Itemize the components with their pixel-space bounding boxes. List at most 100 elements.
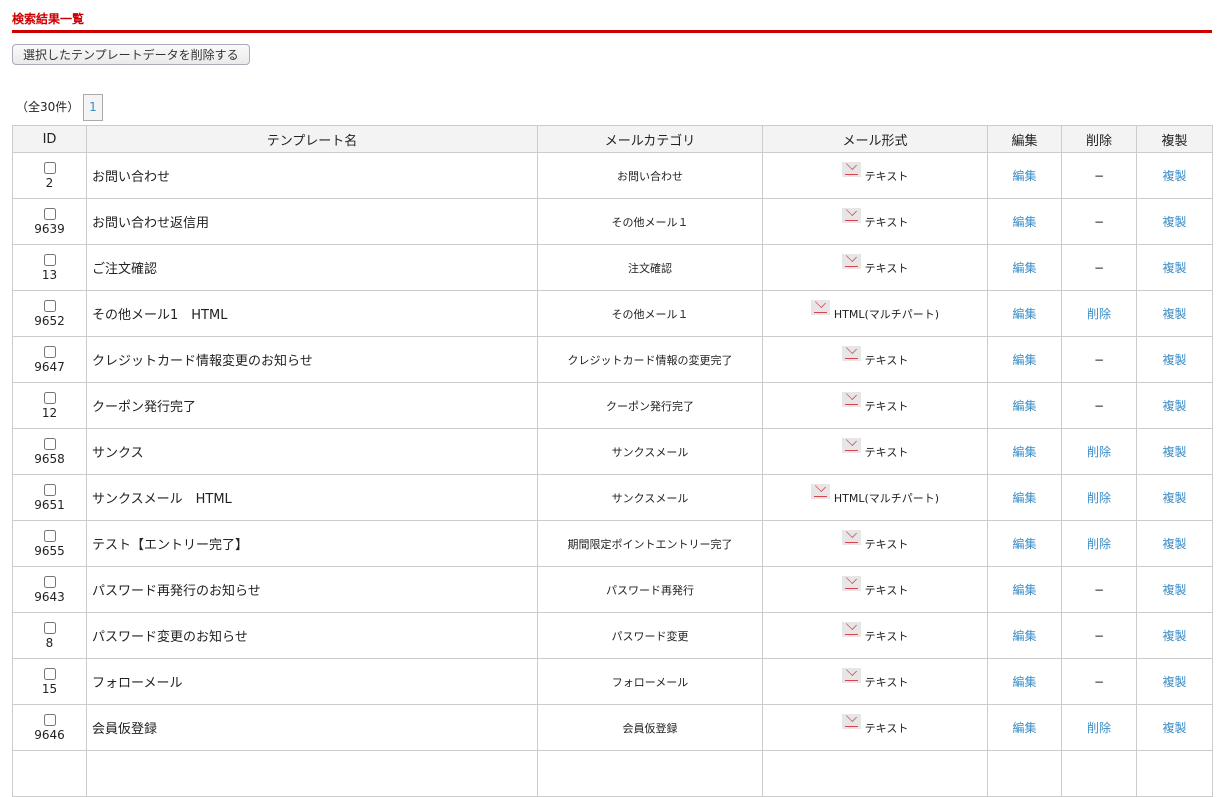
table-header: ID テンプレート名 メールカテゴリ メール形式 編集 削除 複製 — [12, 125, 1213, 153]
format-cell: HTML(マルチパート) — [762, 474, 988, 521]
mail-icon — [841, 667, 861, 683]
edit-link[interactable]: 編集 — [1012, 307, 1036, 321]
copy-link[interactable]: 複製 — [1162, 169, 1186, 183]
mail-category: フォローメール — [537, 658, 763, 705]
row-checkbox[interactable] — [43, 300, 56, 312]
copy-link[interactable]: 複製 — [1162, 629, 1186, 643]
mail-category: お問い合わせ — [537, 152, 763, 199]
edit-link[interactable]: 編集 — [1012, 261, 1036, 275]
mail-icon — [841, 253, 861, 269]
mail-category: クーポン発行完了 — [537, 382, 763, 429]
template-name: お問い合わせ — [86, 152, 538, 199]
table-row: 9652 その他メール1 HTML その他メール１ HTML(マルチパート) 編… — [12, 290, 1213, 337]
copy-link[interactable]: 複製 — [1162, 353, 1186, 367]
row-checkbox[interactable] — [43, 484, 56, 496]
row-checkbox[interactable] — [43, 254, 56, 266]
copy-link[interactable]: 複製 — [1162, 215, 1186, 229]
format-cell: テキスト — [762, 244, 988, 291]
mail-format: テキスト — [864, 169, 909, 183]
delete-link[interactable]: 削除 — [1087, 721, 1111, 735]
template-name: 会員仮登録 — [86, 704, 538, 751]
copy-link[interactable]: 複製 — [1162, 399, 1186, 413]
row-checkbox[interactable] — [43, 576, 56, 588]
edit-link[interactable]: 編集 — [1012, 353, 1036, 367]
template-name: フォローメール — [86, 658, 538, 705]
template-id: 12 — [41, 406, 58, 420]
copy-link[interactable]: 複製 — [1162, 583, 1186, 597]
id-cell: 9646 — [12, 704, 87, 751]
row-checkbox[interactable] — [43, 668, 56, 680]
mail-icon — [841, 437, 861, 453]
row-checkbox[interactable] — [43, 346, 56, 358]
mail-icon — [841, 391, 861, 407]
table-row — [12, 750, 1213, 797]
table-row: 9658 サンクス サンクスメール テキスト 編集 削除 複製 — [12, 428, 1213, 475]
mail-icon — [841, 621, 861, 637]
row-checkbox[interactable] — [43, 438, 56, 450]
pagination-page-1[interactable]: 1 — [83, 94, 103, 121]
template-id: 15 — [41, 682, 58, 696]
table-row: 9647 クレジットカード情報変更のお知らせ クレジットカード情報の変更完了 テ… — [12, 336, 1213, 383]
edit-link[interactable]: 編集 — [1012, 399, 1036, 413]
mail-category: その他メール１ — [537, 198, 763, 245]
copy-link[interactable]: 複製 — [1162, 491, 1186, 505]
mail-icon — [810, 483, 830, 499]
template-name: お問い合わせ返信用 — [86, 198, 538, 245]
template-id: 9639 — [34, 222, 65, 236]
edit-link[interactable]: 編集 — [1012, 537, 1036, 551]
header-name: テンプレート名 — [86, 125, 538, 153]
row-checkbox[interactable] — [43, 530, 56, 542]
template-id: 2 — [45, 176, 54, 190]
table-row: 9643 パスワード再発行のお知らせ パスワード再発行 テキスト 編集 − 複製 — [12, 566, 1213, 613]
delete-unavailable: − — [1093, 214, 1105, 229]
template-id: 9658 — [34, 452, 65, 466]
mail-icon — [841, 207, 861, 223]
edit-link[interactable]: 編集 — [1012, 491, 1036, 505]
copy-link[interactable]: 複製 — [1162, 307, 1186, 321]
format-cell: テキスト — [762, 382, 988, 429]
template-table: ID テンプレート名 メールカテゴリ メール形式 編集 削除 複製 2 お問い合… — [12, 125, 1213, 797]
copy-link[interactable]: 複製 — [1162, 537, 1186, 551]
row-checkbox[interactable] — [43, 622, 56, 634]
delete-selected-button[interactable]: 選択したテンプレートデータを削除する — [12, 44, 250, 65]
mail-format: テキスト — [864, 675, 909, 689]
delete-link[interactable]: 削除 — [1087, 307, 1111, 321]
delete-link[interactable]: 削除 — [1087, 491, 1111, 505]
header-copy: 複製 — [1136, 125, 1213, 153]
edit-link[interactable]: 編集 — [1012, 583, 1036, 597]
row-checkbox[interactable] — [43, 208, 56, 220]
format-cell: HTML(マルチパート) — [762, 290, 988, 337]
header-edit: 編集 — [987, 125, 1062, 153]
copy-link[interactable]: 複製 — [1162, 675, 1186, 689]
template-id: 8 — [45, 636, 54, 650]
copy-link[interactable]: 複製 — [1162, 261, 1186, 275]
edit-link[interactable]: 編集 — [1012, 215, 1036, 229]
delete-link[interactable]: 削除 — [1087, 445, 1111, 459]
mail-format: テキスト — [864, 261, 909, 275]
template-name: ご注文確認 — [86, 244, 538, 291]
copy-link[interactable]: 複製 — [1162, 721, 1186, 735]
result-count: （全30件） — [16, 100, 80, 114]
id-cell: 9655 — [12, 520, 87, 567]
edit-link[interactable]: 編集 — [1012, 169, 1036, 183]
mail-icon — [841, 575, 861, 591]
edit-link[interactable]: 編集 — [1012, 721, 1036, 735]
row-checkbox[interactable] — [43, 392, 56, 404]
copy-link[interactable]: 複製 — [1162, 445, 1186, 459]
title-divider — [12, 30, 1212, 33]
mail-category: 会員仮登録 — [537, 704, 763, 751]
delete-link[interactable]: 削除 — [1087, 537, 1111, 551]
edit-link[interactable]: 編集 — [1012, 629, 1036, 643]
table-row: 8 パスワード変更のお知らせ パスワード変更 テキスト 編集 − 複製 — [12, 612, 1213, 659]
mail-format: テキスト — [864, 353, 909, 367]
header-delete: 削除 — [1061, 125, 1137, 153]
id-cell: 9651 — [12, 474, 87, 521]
header-format: メール形式 — [762, 125, 988, 153]
mail-category: その他メール１ — [537, 290, 763, 337]
row-checkbox[interactable] — [43, 714, 56, 726]
delete-unavailable: − — [1093, 168, 1105, 183]
edit-link[interactable]: 編集 — [1012, 675, 1036, 689]
table-row: 9639 お問い合わせ返信用 その他メール１ テキスト 編集 − 複製 — [12, 198, 1213, 245]
edit-link[interactable]: 編集 — [1012, 445, 1036, 459]
row-checkbox[interactable] — [43, 162, 56, 174]
